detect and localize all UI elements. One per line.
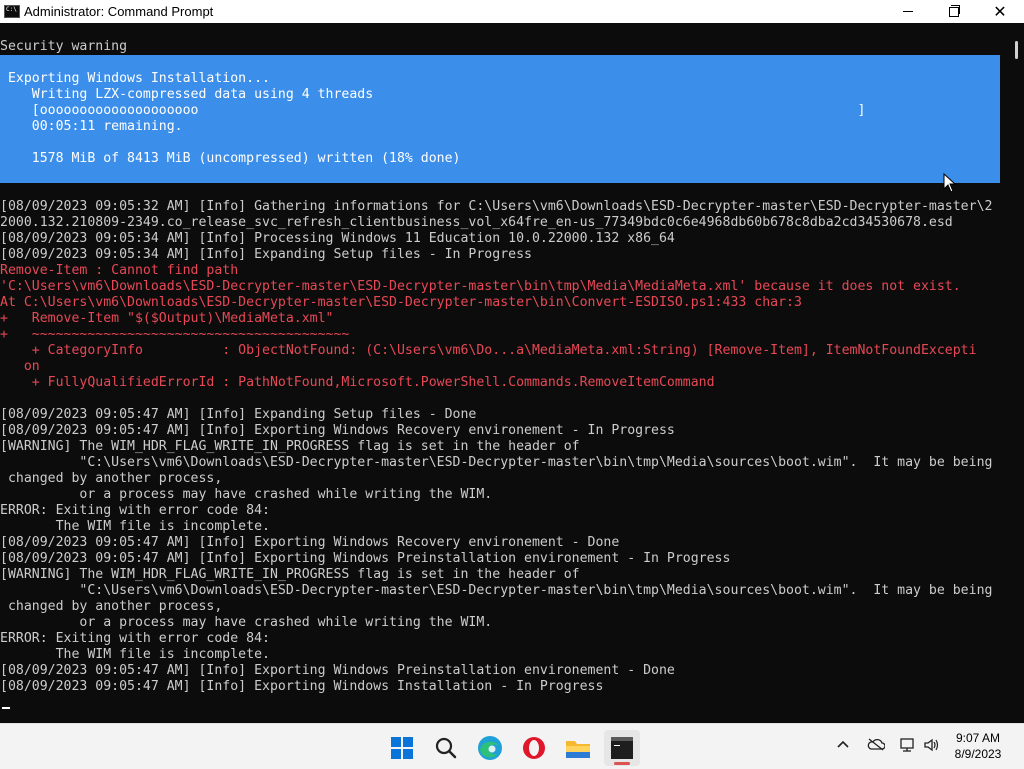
console-line: [WARNING] The WIM_HDR_FLAG_WRITE_IN_PROG… bbox=[0, 567, 580, 582]
console-line: + ~~~~~~~~~~~~~~~~~~~~~~~~~~~~~~~~~~~~~~… bbox=[0, 327, 350, 342]
console-line: [08/09/2023 09:05:34 AM] [Info] Processi… bbox=[0, 231, 675, 246]
console-line: [08/09/2023 09:05:47 AM] [Info] Expandin… bbox=[0, 407, 477, 422]
taskbar: 9:07 AM 8/9/2023 bbox=[0, 723, 1024, 769]
console-line: [08/09/2023 09:05:32 AM] [Info] Gatherin… bbox=[0, 199, 993, 214]
folder-icon bbox=[566, 741, 590, 758]
text-cursor bbox=[2, 707, 10, 709]
console-line: "C:\Users\vm6\Downloads\ESD-Decrypter-ma… bbox=[0, 583, 993, 598]
console-line: At C:\Users\vm6\Downloads\ESD-Decrypter-… bbox=[0, 295, 802, 310]
search-icon bbox=[435, 737, 457, 759]
onedrive-offline-icon bbox=[867, 738, 886, 751]
banner-line: 00:05:11 remaining. bbox=[0, 119, 183, 134]
opera-icon bbox=[523, 737, 545, 759]
maximize-button[interactable] bbox=[931, 0, 977, 23]
start-button[interactable] bbox=[384, 730, 420, 766]
progress-bar-text: [oooooooooooooooooooo ] bbox=[0, 103, 866, 118]
chevron-up-icon bbox=[837, 740, 849, 748]
console-line: [08/09/2023 09:05:47 AM] [Info] Exportin… bbox=[0, 663, 675, 678]
console-line: + FullyQualifiedErrorId : PathNotFound,M… bbox=[0, 375, 715, 390]
search-button[interactable] bbox=[428, 730, 464, 766]
network-icon bbox=[900, 738, 914, 752]
console-line: + CategoryInfo : ObjectNotFound: (C:\Use… bbox=[0, 343, 977, 358]
console-line: 'C:\Users\vm6\Downloads\ESD-Decrypter-ma… bbox=[0, 279, 961, 294]
system-clock[interactable]: 9:07 AM 8/9/2023 bbox=[938, 730, 1018, 762]
network-status[interactable] bbox=[899, 737, 917, 756]
console-line: on bbox=[0, 359, 40, 374]
console-line: 2000.132.210809-2349.co_release_svc_refr… bbox=[0, 215, 953, 230]
edge-button[interactable] bbox=[472, 730, 508, 766]
console-line: changed by another process, bbox=[0, 471, 223, 486]
console-line: [08/09/2023 09:05:47 AM] [Info] Exportin… bbox=[0, 551, 731, 566]
console-line: "C:\Users\vm6\Downloads\ESD-Decrypter-ma… bbox=[0, 455, 993, 470]
command-prompt-taskbar-button[interactable] bbox=[604, 730, 640, 766]
console-line: [08/09/2023 09:05:47 AM] [Info] Exportin… bbox=[0, 679, 604, 694]
app-icon-label: C:\ bbox=[6, 6, 17, 13]
console-output[interactable]: Security warning Exporting Windows Insta… bbox=[0, 23, 1012, 723]
banner-line: Exporting Windows Installation... bbox=[0, 71, 270, 86]
console-line: The WIM file is incomplete. bbox=[0, 519, 270, 534]
command-prompt-icon bbox=[611, 737, 633, 759]
console-line: ERROR: Exiting with error code 84: bbox=[0, 503, 270, 518]
console-line: The WIM file is incomplete. bbox=[0, 647, 270, 662]
clock-time: 9:07 AM bbox=[955, 731, 1001, 745]
show-hidden-icons-button[interactable] bbox=[836, 737, 850, 754]
window-title: Administrator: Command Prompt bbox=[24, 4, 214, 19]
progress-banner: Exporting Windows Installation... Writin… bbox=[0, 55, 1000, 183]
security-warning-text: Security warning bbox=[0, 39, 128, 54]
banner-line: 1578 MiB of 8413 MiB (uncompressed) writ… bbox=[0, 151, 461, 166]
console-line: [WARNING] The WIM_HDR_FLAG_WRITE_IN_PROG… bbox=[0, 439, 580, 454]
close-button[interactable]: ✕ bbox=[977, 0, 1023, 23]
title-bar[interactable]: C:\ Administrator: Command Prompt ✕ bbox=[0, 0, 1024, 23]
console-line: changed by another process, bbox=[0, 599, 223, 614]
restore-icon bbox=[949, 4, 960, 17]
console-line: + Remove-Item "$($Output)\MediaMeta.xml" bbox=[0, 311, 334, 326]
mouse-pointer-icon bbox=[943, 173, 957, 193]
onedrive-status[interactable] bbox=[867, 737, 886, 754]
console-line: Remove-Item : Cannot find path bbox=[0, 263, 239, 278]
minimize-button[interactable] bbox=[885, 0, 931, 23]
opera-button[interactable] bbox=[516, 730, 552, 766]
console-line: [08/09/2023 09:05:47 AM] [Info] Exportin… bbox=[0, 423, 675, 438]
file-explorer-button[interactable] bbox=[560, 730, 596, 766]
edge-icon bbox=[478, 736, 502, 760]
active-app-indicator bbox=[614, 762, 630, 765]
console-line: [08/09/2023 09:05:34 AM] [Info] Expandin… bbox=[0, 247, 532, 262]
scrollbar-thumb[interactable] bbox=[1015, 41, 1018, 59]
banner-line: Writing LZX-compressed data using 4 thre… bbox=[0, 87, 374, 102]
close-icon: ✕ bbox=[993, 3, 1007, 21]
console-line: ERROR: Exiting with error code 84: bbox=[0, 631, 270, 646]
console-line: or a process may have crashed while writ… bbox=[0, 615, 493, 630]
console-line: [08/09/2023 09:05:47 AM] [Info] Exportin… bbox=[0, 535, 620, 550]
clock-date: 8/9/2023 bbox=[954, 747, 1002, 761]
scrollbar[interactable] bbox=[1012, 23, 1024, 723]
console-line: or a process may have crashed while writ… bbox=[0, 487, 493, 502]
command-prompt-app-icon[interactable]: C:\ bbox=[4, 5, 20, 18]
windows-logo-icon bbox=[391, 737, 413, 759]
